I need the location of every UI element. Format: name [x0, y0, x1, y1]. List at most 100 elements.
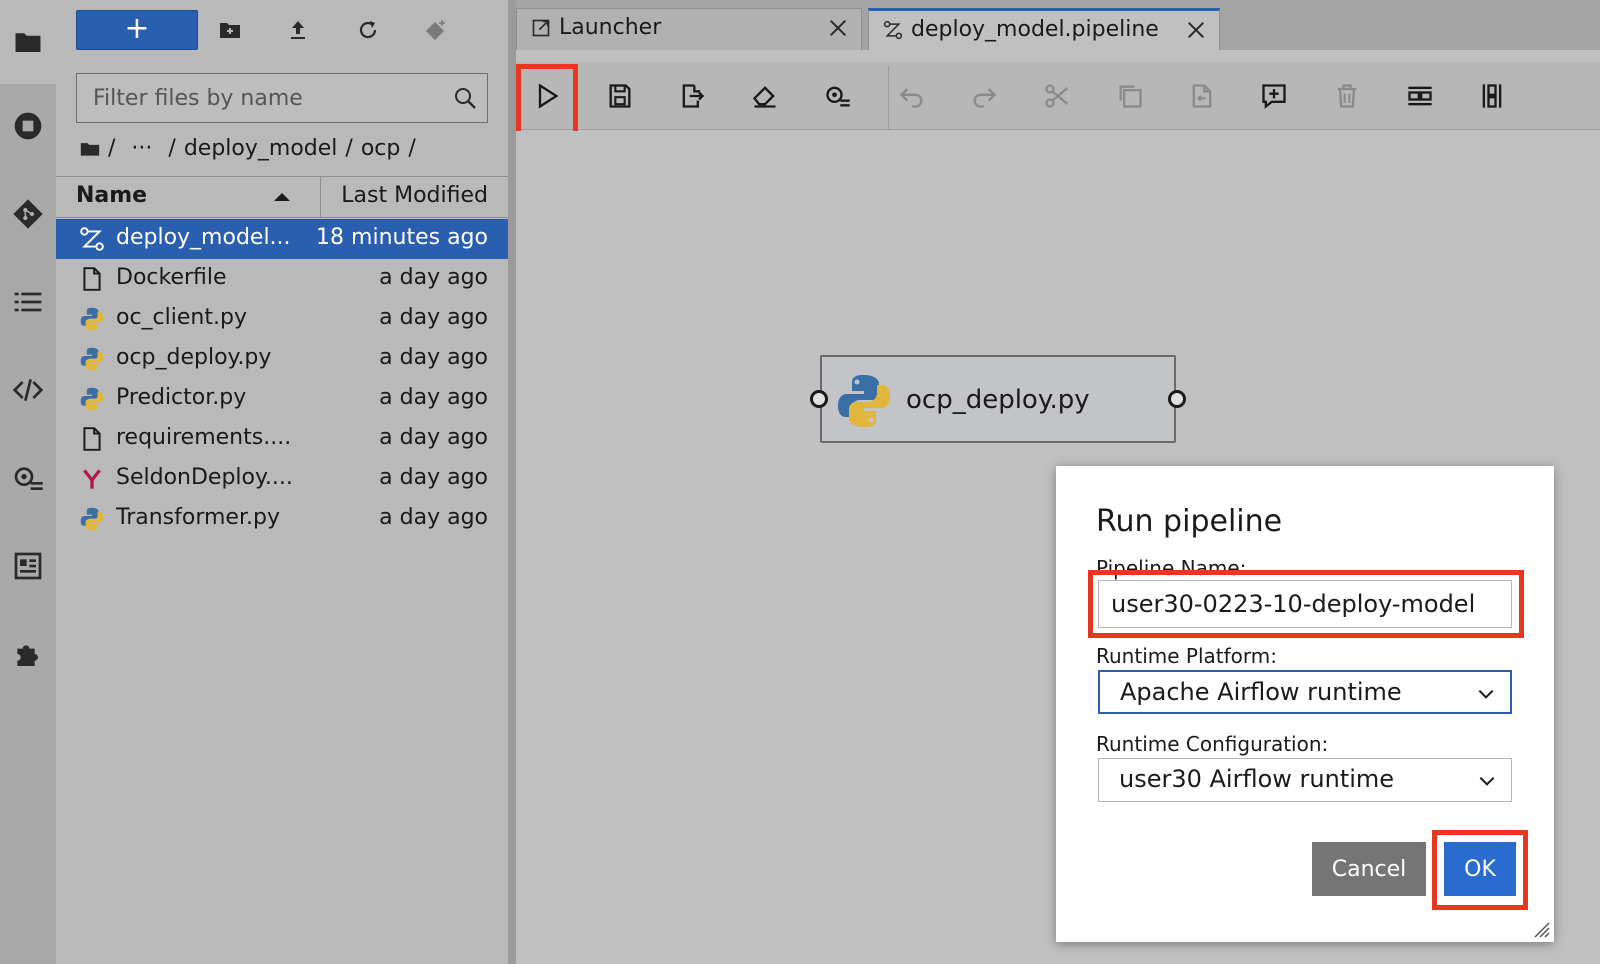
- upload-icon: [291, 21, 305, 39]
- python-icon: [78, 505, 106, 533]
- chevron-down-icon: [1478, 689, 1494, 699]
- activity-bar: [0, 0, 56, 964]
- file-modified: a day ago: [379, 305, 488, 330]
- table-of-contents-tab[interactable]: [8, 282, 48, 322]
- eraser-icon: [752, 86, 776, 108]
- pipeline-toolbar: [516, 62, 1600, 146]
- tab-label: deploy_model.pipeline: [911, 17, 1159, 42]
- file-icon: [78, 265, 106, 293]
- runtime-configuration-value: user30 Airflow runtime: [1119, 765, 1395, 793]
- paste-icon: [1192, 84, 1212, 108]
- cancel-button[interactable]: Cancel: [1312, 842, 1426, 896]
- arrange-vertical-button[interactable]: [1474, 78, 1510, 114]
- input-port[interactable]: [810, 390, 828, 408]
- pipeline-node[interactable]: ocp_deploy.py: [810, 355, 1186, 443]
- file-browser-panel: + / ··· / deploy_model / ocp / Name Last…: [56, 0, 508, 964]
- filter-input[interactable]: [77, 74, 437, 122]
- component-catalogs-tab[interactable]: [8, 546, 48, 586]
- upload-button[interactable]: [282, 14, 314, 46]
- python-icon: [838, 375, 890, 427]
- comment-add-icon: [1262, 84, 1286, 109]
- file-name: deploy_model...: [116, 225, 291, 250]
- toolbar-separator: [888, 66, 889, 130]
- runtime-configuration-select[interactable]: user30 Airflow runtime: [1098, 758, 1512, 802]
- panel-splitter[interactable]: [508, 0, 516, 964]
- column-header-modified[interactable]: Last Modified: [341, 183, 488, 208]
- tab-deploy-model-pipeline[interactable]: deploy_model.pipeline: [868, 8, 1220, 50]
- runtime-platform-value: Apache Airflow runtime: [1120, 678, 1402, 706]
- close-icon[interactable]: [827, 17, 849, 39]
- save-pipeline-button[interactable]: [602, 78, 638, 114]
- close-icon[interactable]: [1185, 19, 1207, 41]
- python-icon: [78, 305, 106, 333]
- gear-list-icon: [826, 86, 850, 107]
- file-list-header: Name Last Modified: [56, 176, 508, 218]
- file-icon: [78, 425, 106, 453]
- column-divider[interactable]: [320, 177, 321, 217]
- code-snippets-tab[interactable]: [8, 370, 48, 410]
- breadcrumb-deploy-model[interactable]: deploy_model: [184, 136, 338, 161]
- cut-button[interactable]: [1039, 78, 1075, 114]
- clear-pipeline-button[interactable]: [747, 78, 783, 114]
- file-modified: a day ago: [379, 345, 488, 370]
- runtimes-tab[interactable]: [8, 458, 48, 498]
- save-icon: [609, 84, 631, 108]
- undo-button[interactable]: [894, 78, 930, 114]
- python-icon: [78, 385, 106, 413]
- add-comment-button[interactable]: [1256, 78, 1292, 114]
- file-row[interactable]: deploy_model... 18 minutes ago: [56, 219, 508, 259]
- breadcrumb-root[interactable]: /: [108, 136, 115, 161]
- pipeline-name-label: Pipeline Name:: [1096, 556, 1247, 580]
- output-port[interactable]: [1168, 390, 1186, 408]
- extensions-tab[interactable]: [8, 634, 48, 674]
- pipeline-name-input[interactable]: [1098, 580, 1512, 628]
- folder-icon[interactable]: [80, 141, 100, 157]
- code-icon: [12, 379, 44, 401]
- new-folder-button[interactable]: [214, 14, 246, 46]
- pipeline-icon: [883, 20, 903, 40]
- runtimes-button[interactable]: [820, 78, 856, 114]
- file-modified: a day ago: [379, 465, 488, 490]
- run-pipeline-dialog: Run pipeline Pipeline Name: Runtime Plat…: [1056, 466, 1554, 942]
- file-row[interactable]: Transformer.py a day ago: [56, 499, 508, 539]
- sort-ascending-icon: [274, 193, 290, 201]
- puzzle-icon: [17, 645, 38, 666]
- new-folder-icon: [220, 23, 240, 38]
- git-clone-button[interactable]: [420, 14, 452, 46]
- file-modified: a day ago: [379, 425, 488, 450]
- breadcrumb-ocp[interactable]: ocp: [361, 136, 401, 161]
- file-row[interactable]: Dockerfile a day ago: [56, 259, 508, 299]
- delete-button[interactable]: [1329, 78, 1365, 114]
- file-row[interactable]: oc_client.py a day ago: [56, 299, 508, 339]
- export-pipeline-button[interactable]: [674, 78, 710, 114]
- copy-icon: [1119, 85, 1142, 108]
- pipeline-icon: [78, 225, 106, 253]
- git-tab[interactable]: [8, 194, 48, 234]
- refresh-button[interactable]: [352, 14, 384, 46]
- redo-button[interactable]: [966, 78, 1002, 114]
- arrange-horizontal-button[interactable]: [1402, 78, 1438, 114]
- running-sessions-tab[interactable]: [8, 106, 48, 146]
- catalog-icon: [14, 552, 42, 580]
- breadcrumb-separator: /: [408, 136, 416, 161]
- breadcrumb-ellipsis[interactable]: ···: [123, 136, 160, 161]
- paste-button[interactable]: [1184, 78, 1220, 114]
- git-clone-icon: [426, 20, 445, 40]
- copy-button[interactable]: [1112, 78, 1148, 114]
- ok-button[interactable]: OK: [1444, 842, 1516, 896]
- file-row[interactable]: Predictor.py a day ago: [56, 379, 508, 419]
- column-header-name[interactable]: Name: [76, 183, 147, 208]
- file-modified: a day ago: [379, 385, 488, 410]
- resize-handle-icon[interactable]: [1530, 918, 1550, 938]
- new-launcher-button[interactable]: +: [76, 10, 198, 50]
- file-row[interactable]: SeldonDeploy.... a day ago: [56, 459, 508, 499]
- file-row[interactable]: ocp_deploy.py a day ago: [56, 339, 508, 379]
- tab-launcher[interactable]: Launcher: [516, 8, 862, 50]
- list-icon: [14, 292, 42, 312]
- tab-bar: Launcher deploy_model.pipeline: [516, 0, 1600, 50]
- file-row[interactable]: requirements.... a day ago: [56, 419, 508, 459]
- runtime-platform-select[interactable]: Apache Airflow runtime: [1098, 670, 1512, 714]
- file-browser-tab[interactable]: [0, 0, 56, 84]
- filter-box: [76, 73, 488, 123]
- run-pipeline-button[interactable]: [529, 78, 565, 114]
